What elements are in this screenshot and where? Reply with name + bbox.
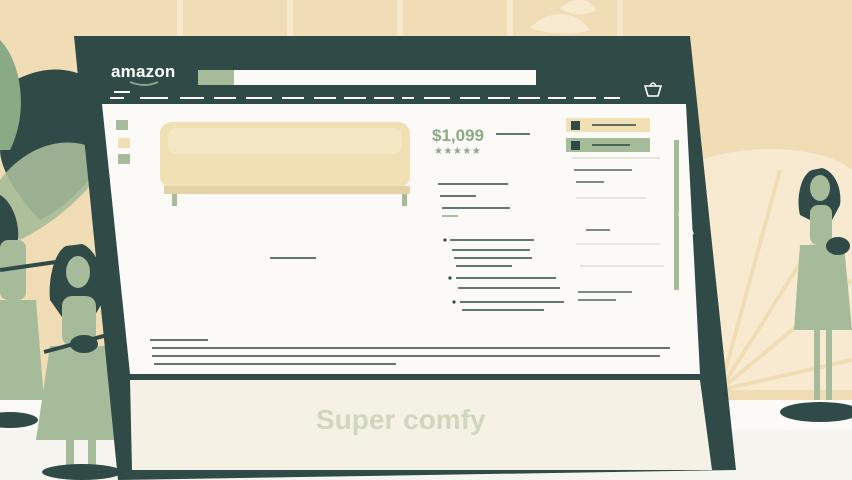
promo-banner-text: Super comfy [316,404,486,435]
amazon-logo[interactable]: amazon [111,62,176,82]
thumbnail-1 [116,120,128,130]
product-price: $1,099 [432,126,484,145]
search-input[interactable] [234,70,536,85]
rating-stars: ★★★★★ [434,146,482,157]
cart-icon[interactable] [644,82,662,98]
thumbnail-3 [118,154,130,164]
scrollbar [674,140,679,290]
sofa-image [160,122,410,206]
thumbnail-2 [118,138,130,148]
